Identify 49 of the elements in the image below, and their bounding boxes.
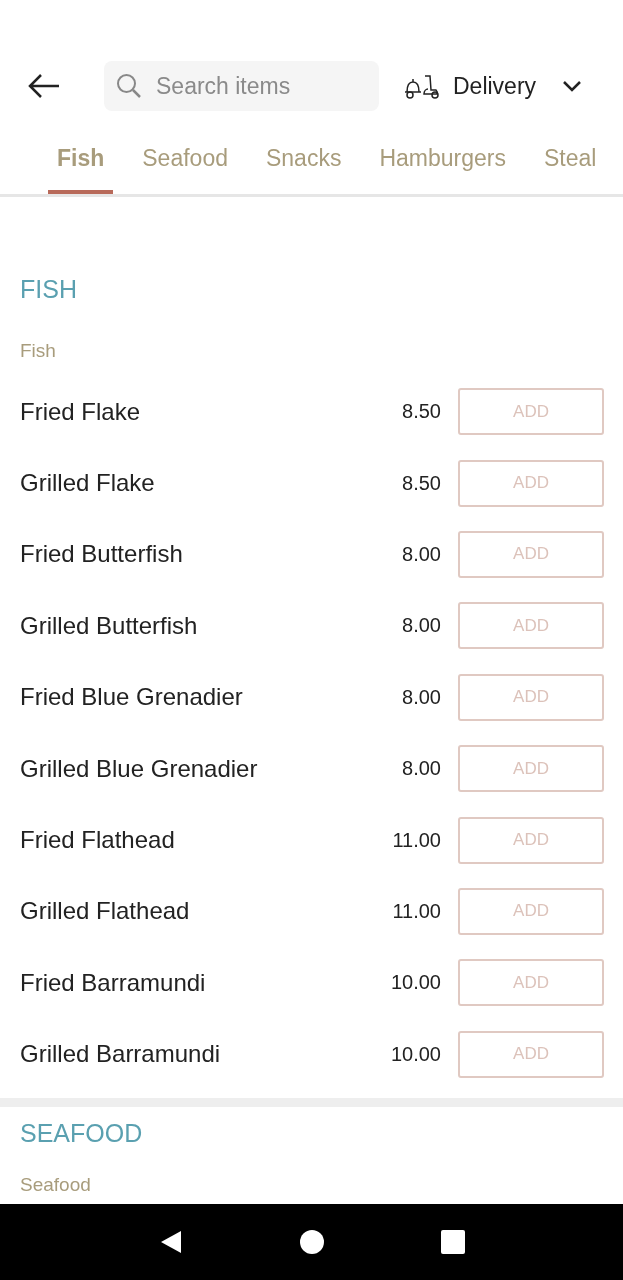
add-button[interactable]: ADD — [458, 673, 604, 721]
add-button[interactable]: ADD — [458, 887, 604, 935]
item-name: Fried Butterfish — [20, 540, 184, 569]
item-price: 8.50 — [402, 400, 441, 424]
add-button[interactable]: ADD — [458, 1030, 604, 1078]
back-button[interactable] — [28, 73, 60, 99]
item-price: 10.00 — [390, 971, 441, 995]
recents-icon[interactable] — [440, 1230, 465, 1254]
back-arrow-icon — [28, 73, 60, 99]
category-tab[interactable]: Seafood — [142, 137, 228, 194]
search-bar[interactable]: Search items — [104, 61, 379, 111]
section-title: FISH — [19, 275, 78, 304]
section-title: SEAFOOD — [19, 1118, 144, 1148]
category-tab[interactable]: Fish — [48, 137, 114, 194]
item-name: Grilled Butterfish — [20, 611, 199, 640]
search-field[interactable]: Search items — [154, 71, 358, 101]
category-tab[interactable]: Snacks — [266, 137, 342, 194]
item-price: 10.00 — [390, 1042, 441, 1066]
item-price: 8.00 — [402, 542, 441, 566]
home-icon[interactable] — [299, 1230, 324, 1254]
item-name: Grilled Blue Grenadier — [20, 754, 259, 783]
item-name: Fried Flathead — [20, 826, 176, 855]
item-price: 8.00 — [402, 685, 441, 709]
add-button[interactable]: ADD — [458, 745, 604, 793]
add-button[interactable]: ADD — [458, 388, 604, 436]
item-price: 8.00 — [402, 757, 441, 781]
item-name: Grilled Flathead — [20, 897, 191, 926]
category-tab[interactable]: Hamburgers — [379, 137, 506, 194]
item-price: 8.50 — [402, 471, 441, 495]
add-button[interactable]: ADD — [458, 816, 604, 864]
item-price: 8.00 — [402, 614, 441, 638]
add-button[interactable]: ADD — [458, 530, 604, 578]
add-button[interactable]: ADD — [458, 602, 604, 650]
add-button[interactable]: ADD — [458, 959, 604, 1007]
item-price: 11.00 — [392, 828, 441, 852]
item-price: 11.00 — [392, 899, 441, 923]
search-icon — [116, 73, 142, 99]
item-name: Fried Flake — [20, 397, 142, 426]
item-name: Fried Barramundi — [20, 968, 207, 997]
item-name: Grilled Flake — [20, 469, 156, 498]
item-name: Fried Blue Grenadier — [20, 683, 244, 712]
delivery-dropdown[interactable]: Delivery — [403, 72, 583, 100]
subsection-title: Seafood — [19, 1172, 92, 1196]
add-button[interactable]: ADD — [458, 459, 604, 507]
chevron-down-icon — [562, 80, 583, 92]
category-tab[interactable]: Steal — [543, 137, 597, 194]
scooter-icon — [403, 72, 441, 100]
subsection-title: Fish — [19, 339, 57, 362]
item-name: Grilled Barramundi — [20, 1040, 222, 1069]
